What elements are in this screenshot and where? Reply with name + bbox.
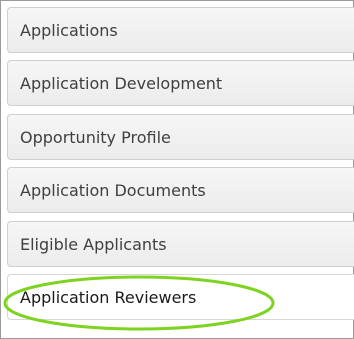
tab-label: Application Development — [20, 74, 223, 93]
tab-opportunity-profile[interactable]: Opportunity Profile — [7, 114, 354, 160]
tab-label: Application Documents — [20, 181, 206, 200]
side-tab-list: Applications Application Development Opp… — [7, 7, 354, 337]
tab-label: Application Reviewers — [20, 288, 197, 307]
tab-applications[interactable]: Applications — [7, 7, 354, 53]
tab-application-development[interactable]: Application Development — [7, 60, 354, 106]
panel-frame: Applications Application Development Opp… — [0, 0, 354, 339]
tab-label: Eligible Applicants — [20, 235, 167, 254]
tab-application-documents[interactable]: Application Documents — [7, 167, 354, 213]
tab-application-reviewers[interactable]: Application Reviewers — [7, 274, 354, 320]
tab-label: Applications — [20, 21, 118, 40]
tab-eligible-applicants[interactable]: Eligible Applicants — [7, 221, 354, 267]
tab-label: Opportunity Profile — [20, 128, 171, 147]
